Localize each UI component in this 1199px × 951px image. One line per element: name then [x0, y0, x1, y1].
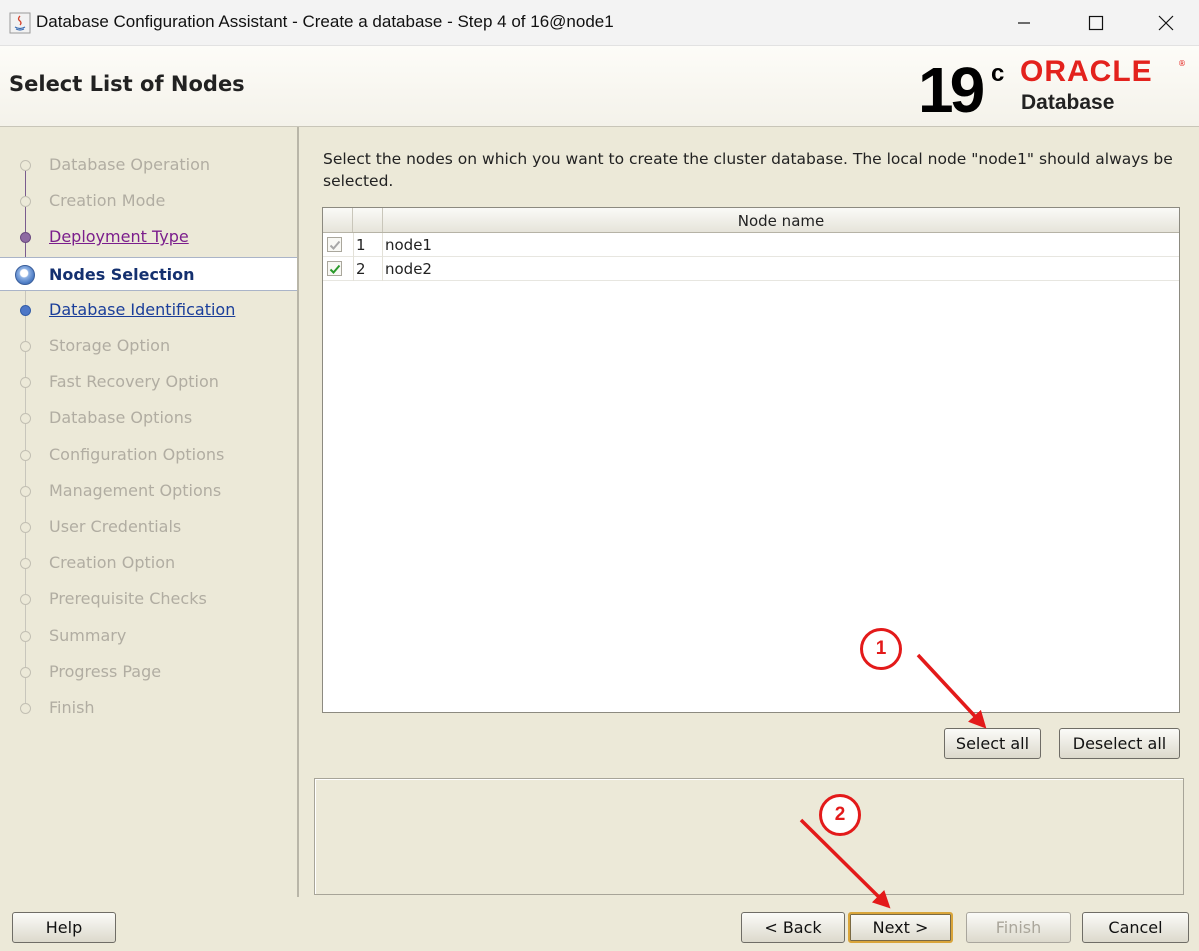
step-status-icon	[20, 522, 31, 533]
step-status-icon	[20, 558, 31, 570]
select-all-button[interactable]: Select all	[944, 728, 1041, 759]
step-item: Configuration Options	[0, 438, 297, 472]
product-name: Database	[1021, 91, 1115, 114]
step-status-icon	[20, 630, 31, 642]
minimize-button[interactable]	[1001, 0, 1047, 46]
step-label: Database Identification	[49, 299, 236, 319]
table-row[interactable]: 1 node1	[323, 233, 1179, 257]
node-checkbox[interactable]	[327, 237, 342, 252]
step-item[interactable]: Deployment Type	[0, 220, 297, 254]
step-label: Management Options	[49, 480, 222, 500]
maximize-button[interactable]	[1073, 0, 1119, 46]
row-index: 1	[356, 236, 366, 254]
step-item: Creation Option	[0, 546, 297, 580]
nodes-table[interactable]: Node name 1 node1 2 node2	[322, 207, 1180, 713]
annotation-badge-1: 1	[860, 628, 902, 670]
step-item: Creation Mode	[0, 184, 297, 218]
node-name-column-header[interactable]: Node name	[383, 212, 1179, 230]
step-label: Progress Page	[49, 661, 162, 681]
help-button[interactable]: Help	[12, 912, 116, 943]
message-area	[314, 778, 1184, 895]
step-status-icon	[20, 160, 31, 171]
deselect-all-button[interactable]: Deselect all	[1059, 728, 1180, 759]
step-item: Progress Page	[0, 655, 297, 689]
step-label: Summary	[49, 625, 127, 645]
step-label: User Credentials	[49, 517, 182, 536]
main-content: Select the nodes on which you want to cr…	[301, 127, 1199, 897]
node-name-cell: node2	[385, 260, 432, 278]
step-label: Creation Option	[49, 553, 176, 573]
step-item: Fast Recovery Option	[0, 365, 297, 399]
step-label: Fast Recovery Option	[49, 372, 219, 392]
page-title: Select List of Nodes	[9, 72, 245, 96]
cancel-button[interactable]: Cancel	[1082, 912, 1189, 943]
step-label: Deployment Type	[49, 227, 189, 247]
step-item: Database Operation	[0, 148, 297, 182]
step-item: Prerequisite Checks	[0, 582, 297, 616]
close-icon	[1158, 15, 1174, 31]
node-checkbox[interactable]	[327, 261, 342, 276]
step-status-icon	[20, 232, 31, 244]
java-app-icon	[9, 12, 31, 34]
step-label: Configuration Options	[49, 444, 225, 464]
step-label: Database Operation	[49, 155, 211, 174]
step-status-icon	[20, 485, 31, 497]
page-header: Select List of Nodes 19 c ORACLE ® Datab…	[0, 46, 1199, 127]
step-item: Finish	[0, 691, 297, 725]
step-item[interactable]: Database Identification	[0, 293, 297, 327]
checkmark-icon	[329, 264, 340, 274]
step-item: Database Options	[0, 401, 297, 435]
close-button[interactable]	[1143, 0, 1189, 46]
table-header: Node name	[323, 208, 1179, 233]
step-label: Finish	[49, 698, 95, 717]
select-column-header	[323, 208, 353, 232]
step-status-icon	[20, 703, 31, 714]
step-label: Prerequisite Checks	[49, 589, 207, 609]
next-button[interactable]: Next >	[848, 912, 953, 943]
node-name-cell: node1	[385, 236, 432, 254]
step-status-icon	[20, 196, 31, 208]
step-item[interactable]: Nodes Selection	[0, 256, 297, 291]
step-label: Creation Mode	[49, 191, 166, 211]
index-column-header	[353, 208, 383, 232]
instruction-text: Select the nodes on which you want to cr…	[323, 150, 1173, 190]
step-item: Management Options	[0, 474, 297, 508]
maximize-icon	[1088, 15, 1104, 31]
step-label: Nodes Selection	[49, 264, 195, 284]
window-title: Database Configuration Assistant - Creat…	[36, 12, 614, 31]
step-status-icon	[20, 377, 31, 389]
step-item: Storage Option	[0, 329, 297, 363]
step-status-icon	[20, 341, 31, 352]
back-button[interactable]: < Back	[741, 912, 845, 943]
step-item: User Credentials	[0, 510, 297, 544]
checkmark-icon	[329, 240, 340, 250]
step-status-icon	[20, 413, 31, 425]
registered-mark: ®	[1178, 59, 1186, 68]
step-status-icon	[20, 449, 31, 461]
minimize-icon	[1018, 22, 1030, 24]
step-status-icon	[20, 666, 31, 678]
step-label: Storage Option	[49, 336, 171, 355]
step-navigation: Database Operation Creation Mode Deploymen…	[0, 127, 299, 897]
annotation-badge-2: 2	[819, 794, 861, 836]
step-label: Database Options	[49, 408, 193, 428]
table-row[interactable]: 2 node2	[323, 257, 1179, 281]
step-status-icon	[20, 304, 31, 316]
version-suffix: c	[991, 60, 1005, 87]
version-number: 19	[918, 54, 985, 126]
step-status-icon	[20, 594, 31, 606]
window-titlebar: Database Configuration Assistant - Creat…	[0, 0, 1199, 46]
step-status-icon	[15, 264, 35, 285]
step-item: Summary	[0, 619, 297, 653]
finish-button[interactable]: Finish	[966, 912, 1071, 943]
oracle-brand: ORACLE	[1020, 55, 1153, 88]
row-index: 2	[356, 260, 366, 278]
